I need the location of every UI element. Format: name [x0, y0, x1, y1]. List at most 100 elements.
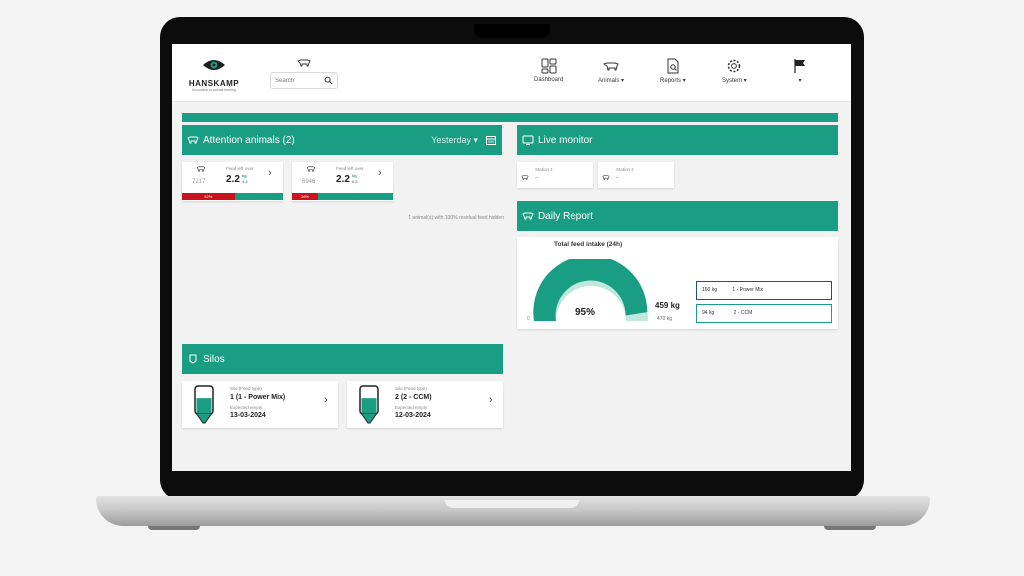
- silo-level-fill: [361, 398, 377, 413]
- brand-logo[interactable]: HANSKAMP Innovation in animal feeding: [184, 58, 244, 92]
- station-value: --: [535, 175, 538, 180]
- feed-target: 8.5: [352, 179, 358, 184]
- feed-left-label: Feed left over: [336, 166, 364, 171]
- attention-header: Attention animals (2) Yesterday ▾: [182, 125, 502, 155]
- period-select[interactable]: Yesterday ▾: [431, 135, 478, 146]
- residual-bar-fill: 26%: [292, 193, 319, 200]
- silos-title: Silos: [203, 353, 225, 365]
- search-input[interactable]: [275, 76, 323, 86]
- brand-name: HANSKAMP: [188, 79, 240, 88]
- animal-id: 6946: [302, 179, 316, 185]
- top-accent-bar: [182, 113, 838, 122]
- nav-system[interactable]: System ▾: [722, 58, 747, 84]
- attention-title: Attention animals (2): [203, 134, 295, 146]
- cow-icon: [196, 166, 206, 172]
- feed-left-value: 2.2: [336, 174, 350, 185]
- silo-card[interactable]: Silo (Feed type) 2 (2 - CCM) Expected em…: [347, 381, 503, 428]
- nav-dashboard-label: Dashboard: [534, 77, 564, 83]
- station-name: Station 2: [616, 167, 634, 172]
- live-monitor-header: Live monitor: [517, 125, 838, 155]
- chevron-right-icon[interactable]: ›: [268, 167, 272, 179]
- laptop-base-notch: [445, 500, 579, 508]
- silo-icon: [194, 385, 214, 424]
- eye-logo-icon: [203, 60, 225, 70]
- report-icon: [667, 58, 679, 74]
- legend-item[interactable]: 160 kg 1 - Power Mix: [696, 281, 832, 300]
- feed-unit: kg: [352, 173, 357, 178]
- cow-icon: [602, 175, 610, 180]
- silo-empty-date: 13-03-2024: [230, 412, 266, 419]
- residual-bar-rest: [234, 193, 283, 200]
- station-name: Station 1: [535, 167, 553, 172]
- feed-unit: kg: [242, 173, 247, 178]
- animal-id: 7217: [192, 179, 206, 185]
- laptop-foot-right: [824, 526, 876, 530]
- dashboard-icon: [541, 58, 557, 74]
- silo-level-fill: [196, 398, 212, 413]
- silo-type-label: Silo (Feed type): [395, 386, 427, 391]
- nav-system-label: System ▾: [722, 78, 747, 84]
- laptop-foot-left: [148, 526, 200, 530]
- residual-bar-fill: 52%: [182, 193, 235, 200]
- chevron-right-icon[interactable]: ›: [324, 394, 328, 406]
- gear-icon: [728, 59, 741, 73]
- nav-animals[interactable]: Animals ▾: [598, 58, 624, 84]
- daily-report-header: Daily Report: [517, 201, 838, 231]
- calendar-icon[interactable]: [486, 135, 496, 145]
- monitor-icon: [522, 135, 534, 145]
- daily-report-card: Total feed intake (24h) 95% 0 459 kg 470…: [517, 237, 838, 329]
- silo-name: 1 (1 - Power Mix): [230, 394, 286, 401]
- silo-icon: [359, 385, 379, 424]
- legend-item[interactable]: 94 kg 2 - CCM: [696, 304, 832, 323]
- silo-empty-label: Expected empty: [395, 405, 428, 410]
- chevron-right-icon[interactable]: ›: [489, 394, 493, 406]
- nav-dashboard[interactable]: Dashboard: [534, 58, 563, 83]
- feed-target: 4.4: [242, 179, 248, 184]
- nav-reports-label: Reports ▾: [660, 78, 686, 84]
- brand-tagline: Innovation in animal feeding: [192, 88, 236, 92]
- cow-icon: [602, 62, 619, 71]
- hidden-animals-note: 1 animal(s) with 100% residual feed hidd…: [408, 215, 504, 221]
- residual-bar: 52%: [182, 193, 283, 200]
- camera-notch: [474, 24, 550, 38]
- cow-icon: [306, 166, 316, 172]
- gauge-zero: 0: [527, 316, 530, 322]
- nav-animals-label: Animals ▾: [598, 78, 625, 84]
- station-card[interactable]: Station 2 --: [598, 162, 674, 188]
- cow-icon: [521, 175, 529, 180]
- feed-left-value: 2.2: [226, 174, 240, 185]
- residual-bar-rest: [318, 193, 393, 200]
- search-icon[interactable]: [324, 76, 333, 85]
- feed-left-label: Feed left over: [226, 166, 254, 171]
- cow-icon[interactable]: [296, 58, 312, 68]
- flag-icon: [794, 59, 805, 73]
- station-value: --: [616, 175, 619, 180]
- station-card[interactable]: Station 1 --: [517, 162, 593, 188]
- app-screen: HANSKAMP Innovation in animal feeding Da…: [172, 44, 851, 471]
- silo-empty-date: 12-03-2024: [395, 412, 431, 419]
- legend-name: 2 - CCM: [733, 310, 753, 316]
- chart-title: Total feed intake (24h): [554, 241, 623, 248]
- nav-language[interactable]: ▾: [793, 58, 807, 84]
- legend-amount: 94 kg: [702, 310, 715, 316]
- silo-card[interactable]: Silo (Feed type) 1 (1 - Power Mix) Expec…: [182, 381, 338, 428]
- daily-report-title: Daily Report: [538, 210, 594, 222]
- gauge-percent: 95%: [575, 307, 596, 318]
- nav-reports[interactable]: Reports ▾: [660, 58, 686, 84]
- cow-icon: [187, 136, 199, 144]
- residual-bar: 26%: [292, 193, 393, 200]
- chevron-right-icon[interactable]: ›: [378, 167, 382, 179]
- legend-name: 1 - Power Mix: [732, 287, 763, 293]
- search-box[interactable]: [270, 72, 338, 89]
- silo-empty-label: Expected empty: [230, 405, 263, 410]
- nav-language-label: ▾: [798, 78, 802, 84]
- live-monitor-title: Live monitor: [538, 134, 593, 146]
- silo-name: 2 (2 - CCM): [395, 394, 432, 401]
- silo-type-label: Silo (Feed type): [230, 386, 262, 391]
- app-header: HANSKAMP Innovation in animal feeding Da…: [172, 44, 851, 102]
- silo-icon: [189, 354, 197, 364]
- intake-target: 470 kg: [657, 316, 673, 322]
- cow-icon: [522, 212, 534, 220]
- legend-amount: 160 kg: [702, 287, 718, 293]
- intake-value: 459 kg: [655, 301, 680, 310]
